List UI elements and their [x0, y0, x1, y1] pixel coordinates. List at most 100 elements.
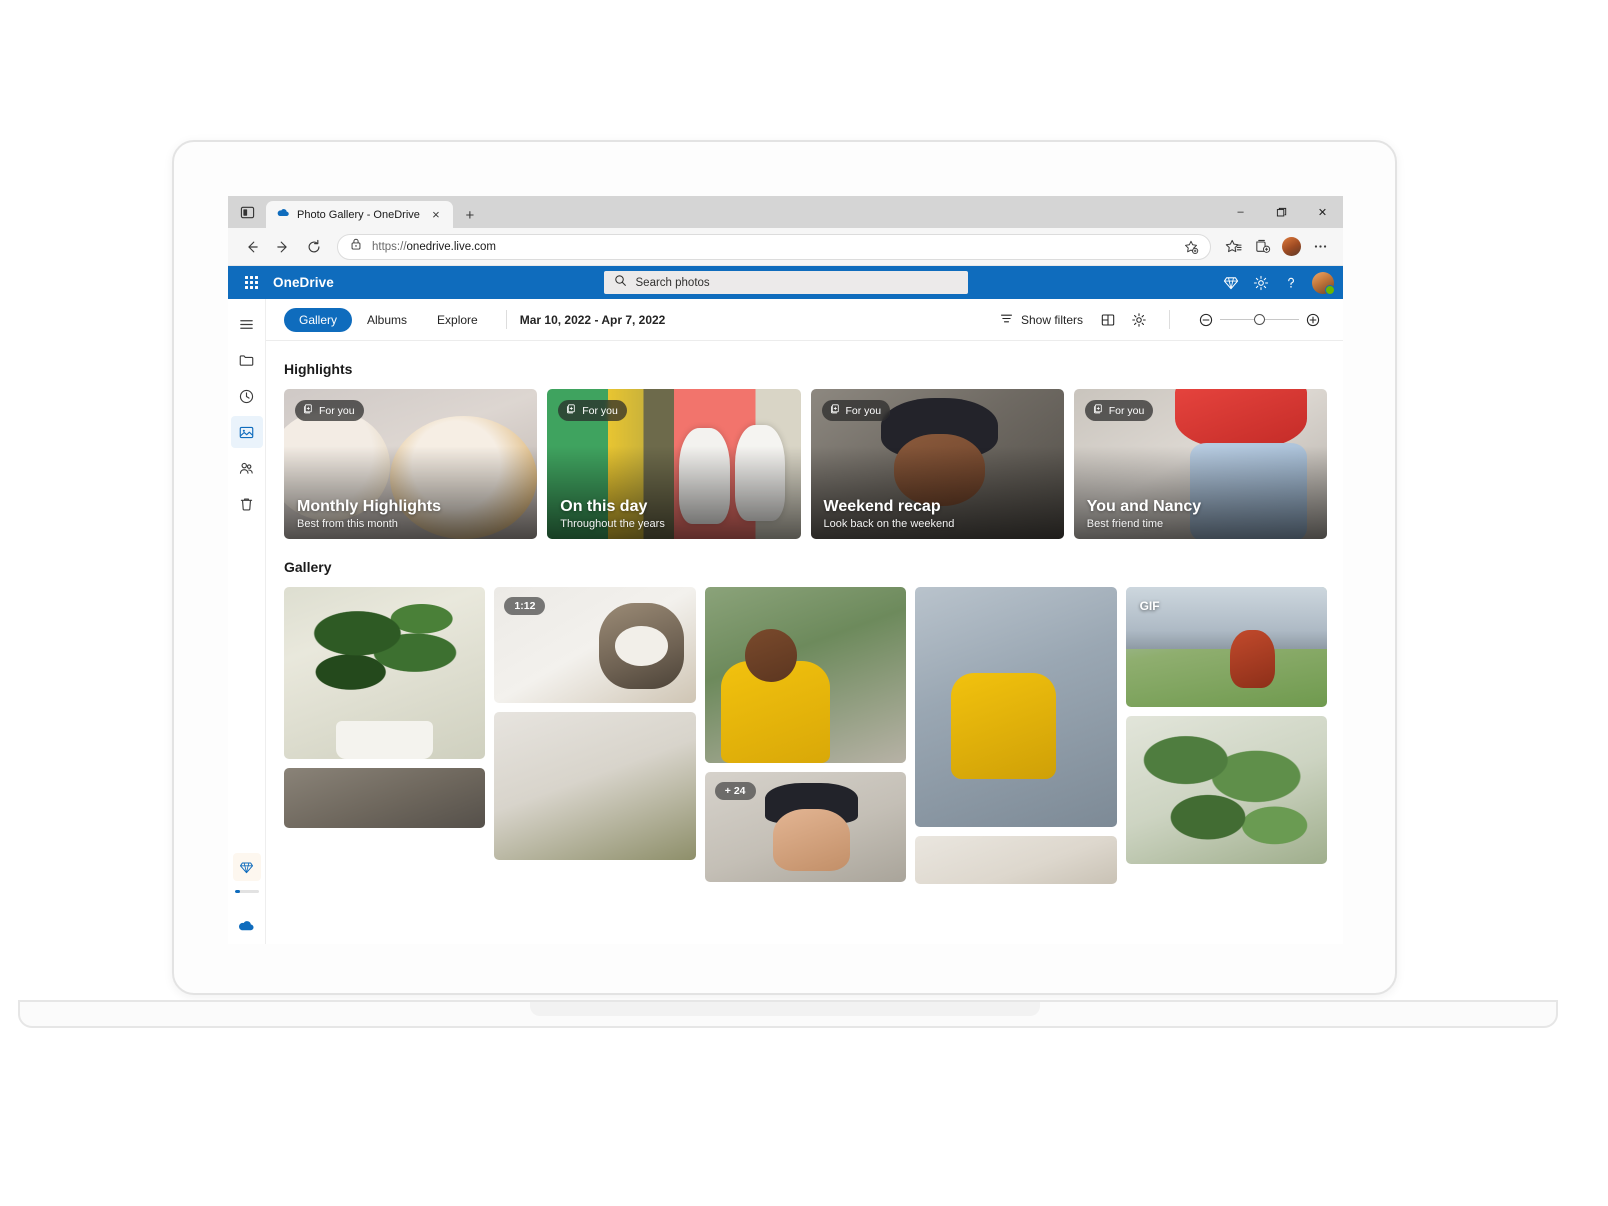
highlight-card-subtitle: Throughout the years [560, 518, 665, 530]
laptop-notch [530, 1002, 1040, 1016]
gallery-photo-badge: 1:12 [504, 597, 546, 615]
gallery-photo[interactable]: GIF [1125, 587, 1327, 707]
for-you-icon [302, 403, 314, 418]
gallery-photo[interactable]: + 24 [704, 772, 907, 882]
close-icon[interactable]: × [427, 206, 445, 224]
add-favorite-icon[interactable] [1178, 234, 1204, 260]
gallery-photo[interactable] [1125, 716, 1327, 864]
highlight-card-subtitle: Best from this month [297, 518, 398, 530]
browser-tab[interactable]: Photo Gallery - OneDrive × [266, 201, 453, 228]
gallery-photo-image [284, 768, 486, 828]
zoom-out-button[interactable] [1192, 306, 1220, 334]
gallery-column: GIF [1125, 587, 1327, 864]
reload-icon[interactable] [300, 233, 328, 261]
highlights-heading: Highlights [284, 361, 353, 377]
zoom-handle[interactable] [1254, 314, 1265, 325]
minimize-button[interactable]: – [1220, 196, 1261, 228]
gallery-column [284, 587, 486, 828]
for-you-label: For you [1108, 404, 1145, 417]
premium-diamond-icon[interactable] [1217, 269, 1245, 297]
new-tab-button[interactable]: + [461, 206, 479, 224]
gallery-photo-badge: GIF [1139, 599, 1160, 613]
toolbar-divider-2 [1169, 310, 1170, 329]
onedrive-cloud-icon[interactable] [231, 909, 263, 941]
lock-icon [349, 237, 363, 256]
gallery-photo[interactable] [704, 587, 907, 763]
highlight-card[interactable]: For you Weekend recap Look back on the wee… [810, 389, 1064, 539]
zoom-in-button[interactable] [1299, 306, 1327, 334]
sidebar-item-my-files[interactable] [231, 344, 263, 376]
gallery-photo[interactable] [915, 836, 1117, 884]
favorites-icon[interactable] [1220, 234, 1246, 260]
more-options-icon[interactable] [1307, 234, 1333, 260]
for-you-label: For you [582, 404, 618, 417]
gallery-heading: Gallery [284, 559, 332, 575]
browser-address-bar: https://onedrive.live.com [228, 228, 1343, 266]
user-avatar[interactable] [1312, 271, 1335, 295]
gallery-photo[interactable] [284, 587, 486, 759]
close-window-button[interactable]: ✕ [1302, 196, 1343, 228]
highlights-row: For you Monthly Highlights Best from this … [284, 389, 1327, 539]
gallery-photo-image [1125, 716, 1327, 864]
gallery-toolbar: Gallery Albums Explore Mar 10, 2022 - Ap… [266, 299, 1343, 341]
sidebar-item-recycle-bin[interactable] [231, 488, 263, 520]
gallery-photo[interactable] [915, 587, 1117, 827]
gallery-scroll-area[interactable]: Highlights For you Monthly Highlights Best… [266, 341, 1343, 944]
for-you-icon [829, 403, 841, 418]
help-icon[interactable] [1277, 269, 1305, 297]
tab-gallery[interactable]: Gallery [284, 307, 353, 332]
browser-tab-strip: Photo Gallery - OneDrive × + – ✕ [228, 196, 1343, 228]
gallery-photo[interactable] [284, 768, 486, 828]
sidebar-item-recent[interactable] [231, 380, 263, 412]
app-launcher-icon[interactable] [237, 269, 265, 297]
date-range-label[interactable]: Mar 10, 2022 - Apr 7, 2022 [520, 313, 666, 327]
highlight-card[interactable]: For you On this day Throughout the years [547, 389, 801, 539]
for-you-badge: For you [1084, 400, 1154, 421]
search-photos-input[interactable]: Search photos [603, 271, 968, 294]
sidebar-bottom [228, 853, 265, 944]
onedrive-cloud-icon [276, 205, 290, 224]
url-bar[interactable]: https://onedrive.live.com [337, 233, 1211, 260]
premium-diamond-icon[interactable] [232, 853, 261, 881]
highlight-card-subtitle: Best friend time [1086, 518, 1164, 530]
app-body: Gallery Albums Explore Mar 10, 2022 - Ap… [228, 299, 1343, 944]
settings-gear-icon[interactable] [1247, 269, 1275, 297]
gallery-photo[interactable]: 1:12 [494, 587, 696, 703]
gear-icon[interactable] [1125, 306, 1153, 334]
sidebar-item-menu[interactable] [231, 308, 263, 340]
show-filters-label: Show filters [1020, 312, 1083, 327]
zoom-track-left [1220, 319, 1254, 320]
tab-albums[interactable]: Albums [352, 308, 422, 332]
sidebar-item-shared[interactable] [231, 452, 263, 484]
highlight-card[interactable]: For you Monthly Highlights Best from this … [284, 389, 538, 539]
highlight-card-subtitle: Look back on the weekend [823, 518, 955, 530]
tab-actions-icon[interactable] [234, 199, 260, 225]
zoom-slider[interactable] [1192, 306, 1327, 334]
profile-avatar[interactable] [1278, 234, 1304, 260]
highlight-card-text: Weekend recap Look back on the weekend [824, 498, 1054, 530]
show-filters-button[interactable]: Show filters [991, 306, 1091, 334]
collections-icon[interactable] [1249, 234, 1275, 260]
gallery-photo-image [915, 587, 1117, 827]
gallery-photo-image [284, 587, 486, 759]
layout-icon[interactable] [1094, 306, 1122, 334]
highlight-card[interactable]: For you You and Nancy Best friend time [1073, 389, 1327, 539]
for-you-icon [565, 403, 577, 418]
window-controls: – ✕ [1220, 196, 1343, 228]
tab-explore[interactable]: Explore [422, 308, 493, 332]
gallery-grid: 1:12 + 24 GIF [284, 587, 1327, 884]
search-placeholder: Search photos [635, 276, 710, 289]
screen: Photo Gallery - OneDrive × + – ✕ https:/… [228, 196, 1343, 944]
maximize-button[interactable] [1261, 196, 1302, 228]
highlight-card-text: On this day Throughout the years [560, 498, 790, 530]
onedrive-header: OneDrive Search photos [228, 266, 1343, 299]
header-actions [1217, 269, 1335, 297]
for-you-label: For you [845, 404, 882, 417]
gallery-photo[interactable] [494, 712, 696, 860]
brand-label[interactable]: OneDrive [273, 275, 334, 290]
for-you-badge: For you [295, 400, 364, 421]
sidebar-item-photos[interactable] [230, 416, 263, 448]
forward-icon[interactable] [269, 233, 297, 261]
toolbar-divider [505, 310, 507, 329]
back-icon[interactable] [238, 233, 266, 261]
